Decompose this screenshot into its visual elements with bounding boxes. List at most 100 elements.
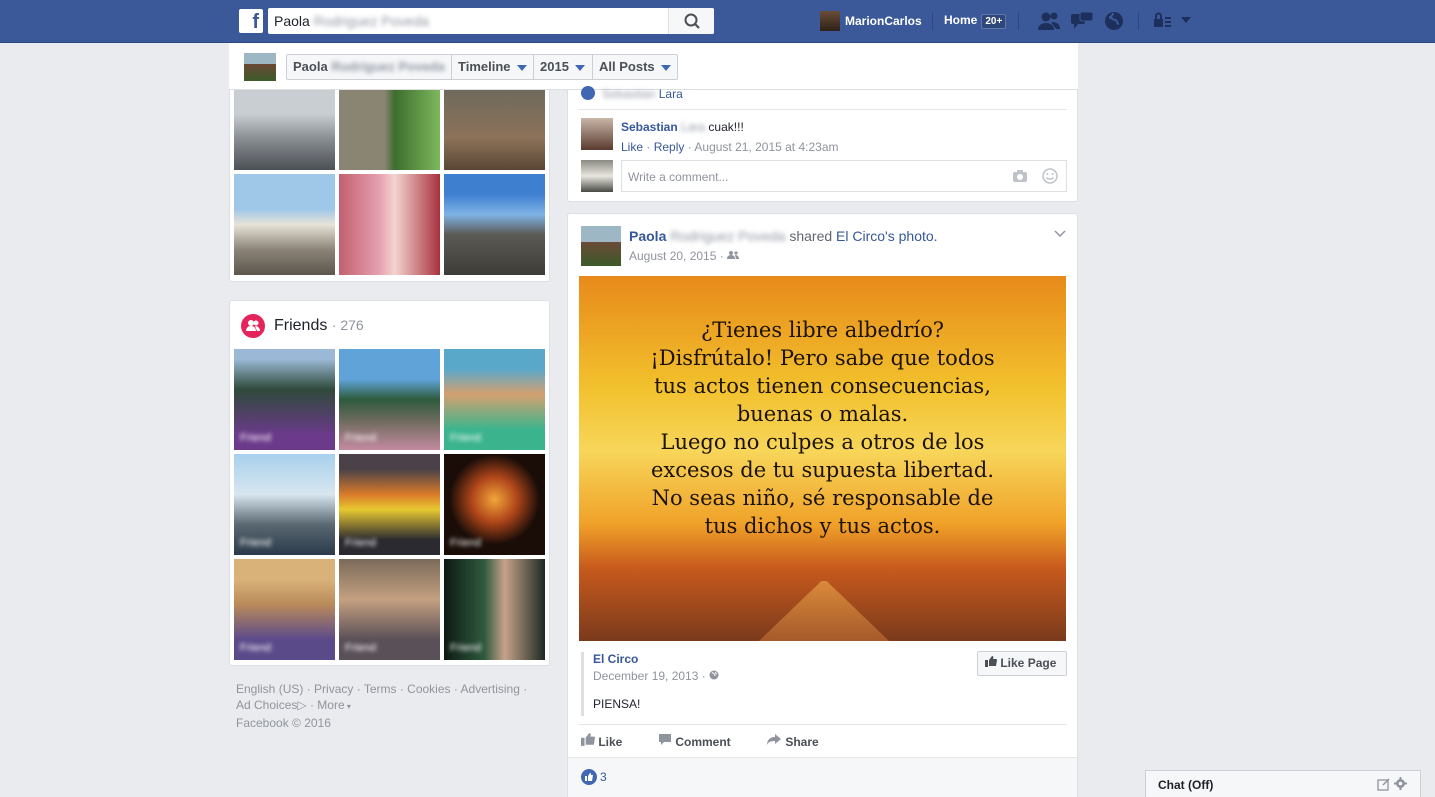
share-button[interactable]: Share — [766, 733, 819, 749]
thumbs-up-icon — [581, 733, 595, 746]
friends-heading[interactable]: Friends · 276 — [274, 317, 364, 335]
commenter-avatar[interactable] — [581, 118, 613, 150]
search-button[interactable] — [668, 8, 714, 34]
comment-label: Comment — [675, 735, 731, 749]
photo-thumbnail[interactable] — [234, 90, 335, 170]
friends-count: · 276 — [331, 317, 364, 333]
like-reaction-icon — [581, 769, 597, 785]
footer-language[interactable]: English (US) — [236, 682, 303, 696]
messages-icon[interactable] — [1070, 11, 1094, 31]
like-count[interactable]: 3 — [600, 770, 607, 784]
notifications-globe-icon[interactable] — [1104, 11, 1124, 31]
commenter-name[interactable]: Sebastian — [621, 120, 678, 134]
home-link[interactable]: Home 20+ — [944, 13, 1007, 29]
friend-tile[interactable]: Friend — [339, 454, 440, 555]
footer-advertising[interactable]: Advertising — [461, 682, 520, 696]
shared-photo-post: Paola Rodriguez Poveda shared El Circo's… — [567, 213, 1078, 797]
page-footer: English (US) · Privacy · Terms · Cookies… — [236, 682, 528, 730]
timeline-label: Timeline — [458, 59, 511, 74]
liker-name-tail: Lara — [658, 87, 683, 101]
post-meta: August 20, 2015 · — [629, 249, 740, 263]
nav-divider — [1018, 12, 1019, 30]
photo-thumbnail[interactable] — [339, 90, 440, 170]
friend-tile[interactable]: Friend — [444, 454, 545, 555]
comment-date[interactable]: August 21, 2015 at 4:23am — [694, 140, 838, 154]
year-dropdown[interactable]: 2015 — [533, 54, 593, 80]
photo-thumbnail[interactable] — [339, 174, 440, 275]
separator — [579, 109, 1067, 110]
comment-input[interactable]: Write a comment... — [621, 160, 1067, 192]
like-page-label: Like Page — [1000, 656, 1057, 670]
footer-cookies[interactable]: Cookies — [407, 682, 450, 696]
friend-tile[interactable]: Friend — [234, 559, 335, 660]
comment-like-link[interactable]: Like — [621, 140, 643, 154]
quote-line: tus dichos y tus actos. — [704, 514, 941, 538]
chat-sidebar-tab[interactable]: Chat (Off) — [1145, 770, 1421, 797]
photo-thumbnail[interactable] — [234, 174, 335, 275]
shared-photo[interactable]: ¿Tienes libre albedrío? ¡Disfrútalo! Per… — [579, 276, 1066, 641]
post-header: Paola Rodriguez Poveda shared El Circo's… — [629, 228, 938, 244]
camera-icon[interactable] — [1012, 169, 1028, 183]
timeline-nav-bar: Paola Rodriguez Poveda Timeline 2015 All… — [229, 43, 1078, 90]
friend-tile[interactable]: Friend — [339, 349, 440, 450]
post-date[interactable]: August 20, 2015 — [629, 249, 716, 263]
new-message-icon[interactable] — [1377, 778, 1390, 791]
public-globe-icon — [709, 670, 719, 680]
search-input[interactable]: Paola Rodriguez Poveda — [268, 8, 714, 34]
comment-actions: Like · Reply · August 21, 2015 at 4:23am — [621, 140, 839, 154]
photos-card — [229, 90, 550, 282]
quote-line: buenas o malas. — [736, 402, 909, 426]
friends-audience-icon[interactable] — [727, 250, 740, 260]
comment-text: cuak!!! — [708, 120, 744, 134]
profile-link[interactable]: MarionCarlos — [820, 11, 922, 31]
friend-tile[interactable]: Friend — [444, 349, 545, 450]
origin-date[interactable]: December 19, 2013 — [593, 669, 698, 683]
friend-tile[interactable]: Friend — [339, 559, 440, 660]
poster-name[interactable]: Paola — [629, 228, 666, 244]
photo-thumbnail[interactable] — [444, 174, 545, 275]
photo-thumbnail[interactable] — [444, 90, 545, 170]
chevron-down-icon — [516, 64, 527, 71]
friends-icon — [241, 314, 265, 338]
post-options-chevron-icon[interactable] — [1054, 230, 1066, 238]
quote-line: Luego no culpes a otros de los — [660, 430, 985, 454]
posts-filter-dropdown[interactable]: All Posts — [592, 54, 678, 80]
comment-body: Sebastian Lara cuak!!! — [621, 120, 744, 134]
profile-name-blurred: Rodriguez Poveda — [331, 59, 445, 74]
gear-icon[interactable] — [1394, 777, 1407, 790]
facebook-logo-icon[interactable]: f — [239, 9, 263, 33]
nav-divider — [1138, 12, 1139, 30]
origin-page-name[interactable]: El Circo — [593, 652, 638, 666]
quote-bar — [581, 652, 584, 716]
search-value: Paola — [274, 13, 310, 29]
footer-more[interactable]: More — [317, 698, 344, 712]
like-button[interactable]: Like — [581, 733, 622, 749]
friend-tile[interactable]: Friend — [234, 349, 335, 450]
profile-name-button[interactable]: Paola Rodriguez Poveda — [286, 54, 452, 80]
quote-line: excesos de tu supuesta libertad. — [650, 458, 995, 482]
comment-reply-link[interactable]: Reply — [654, 140, 685, 154]
friend-requests-icon[interactable] — [1037, 11, 1061, 31]
friend-tile[interactable]: Friend — [234, 454, 335, 555]
friend-tile[interactable]: Friend — [444, 559, 545, 660]
share-icon — [767, 734, 781, 745]
likers-line[interactable]: Sebastian Lara — [602, 87, 683, 101]
shared-photo-link[interactable]: photo — [899, 228, 934, 244]
chat-label: Chat (Off) — [1158, 778, 1214, 792]
timeline-dropdown[interactable]: Timeline — [451, 54, 534, 80]
footer-ad-choices[interactable]: Ad Choices — [236, 698, 297, 712]
quote-line: tus actos tienen consecuencias, — [654, 374, 991, 398]
account-menu-chevron-icon[interactable] — [1180, 16, 1192, 24]
comment-icon — [659, 734, 671, 745]
emoji-icon[interactable] — [1042, 168, 1058, 184]
poster-avatar[interactable] — [581, 226, 621, 266]
share-label: Share — [785, 735, 819, 749]
profile-thumbnail[interactable] — [244, 53, 276, 81]
like-page-button[interactable]: Like Page — [977, 651, 1067, 676]
footer-privacy[interactable]: Privacy — [314, 682, 353, 696]
shared-page-link[interactable]: El Circo — [836, 228, 885, 244]
comment-button[interactable]: Comment — [658, 733, 731, 749]
caret-down-icon: ▾ — [344, 702, 351, 711]
footer-terms[interactable]: Terms — [364, 682, 397, 696]
privacy-shortcuts-icon[interactable] — [1152, 11, 1172, 31]
